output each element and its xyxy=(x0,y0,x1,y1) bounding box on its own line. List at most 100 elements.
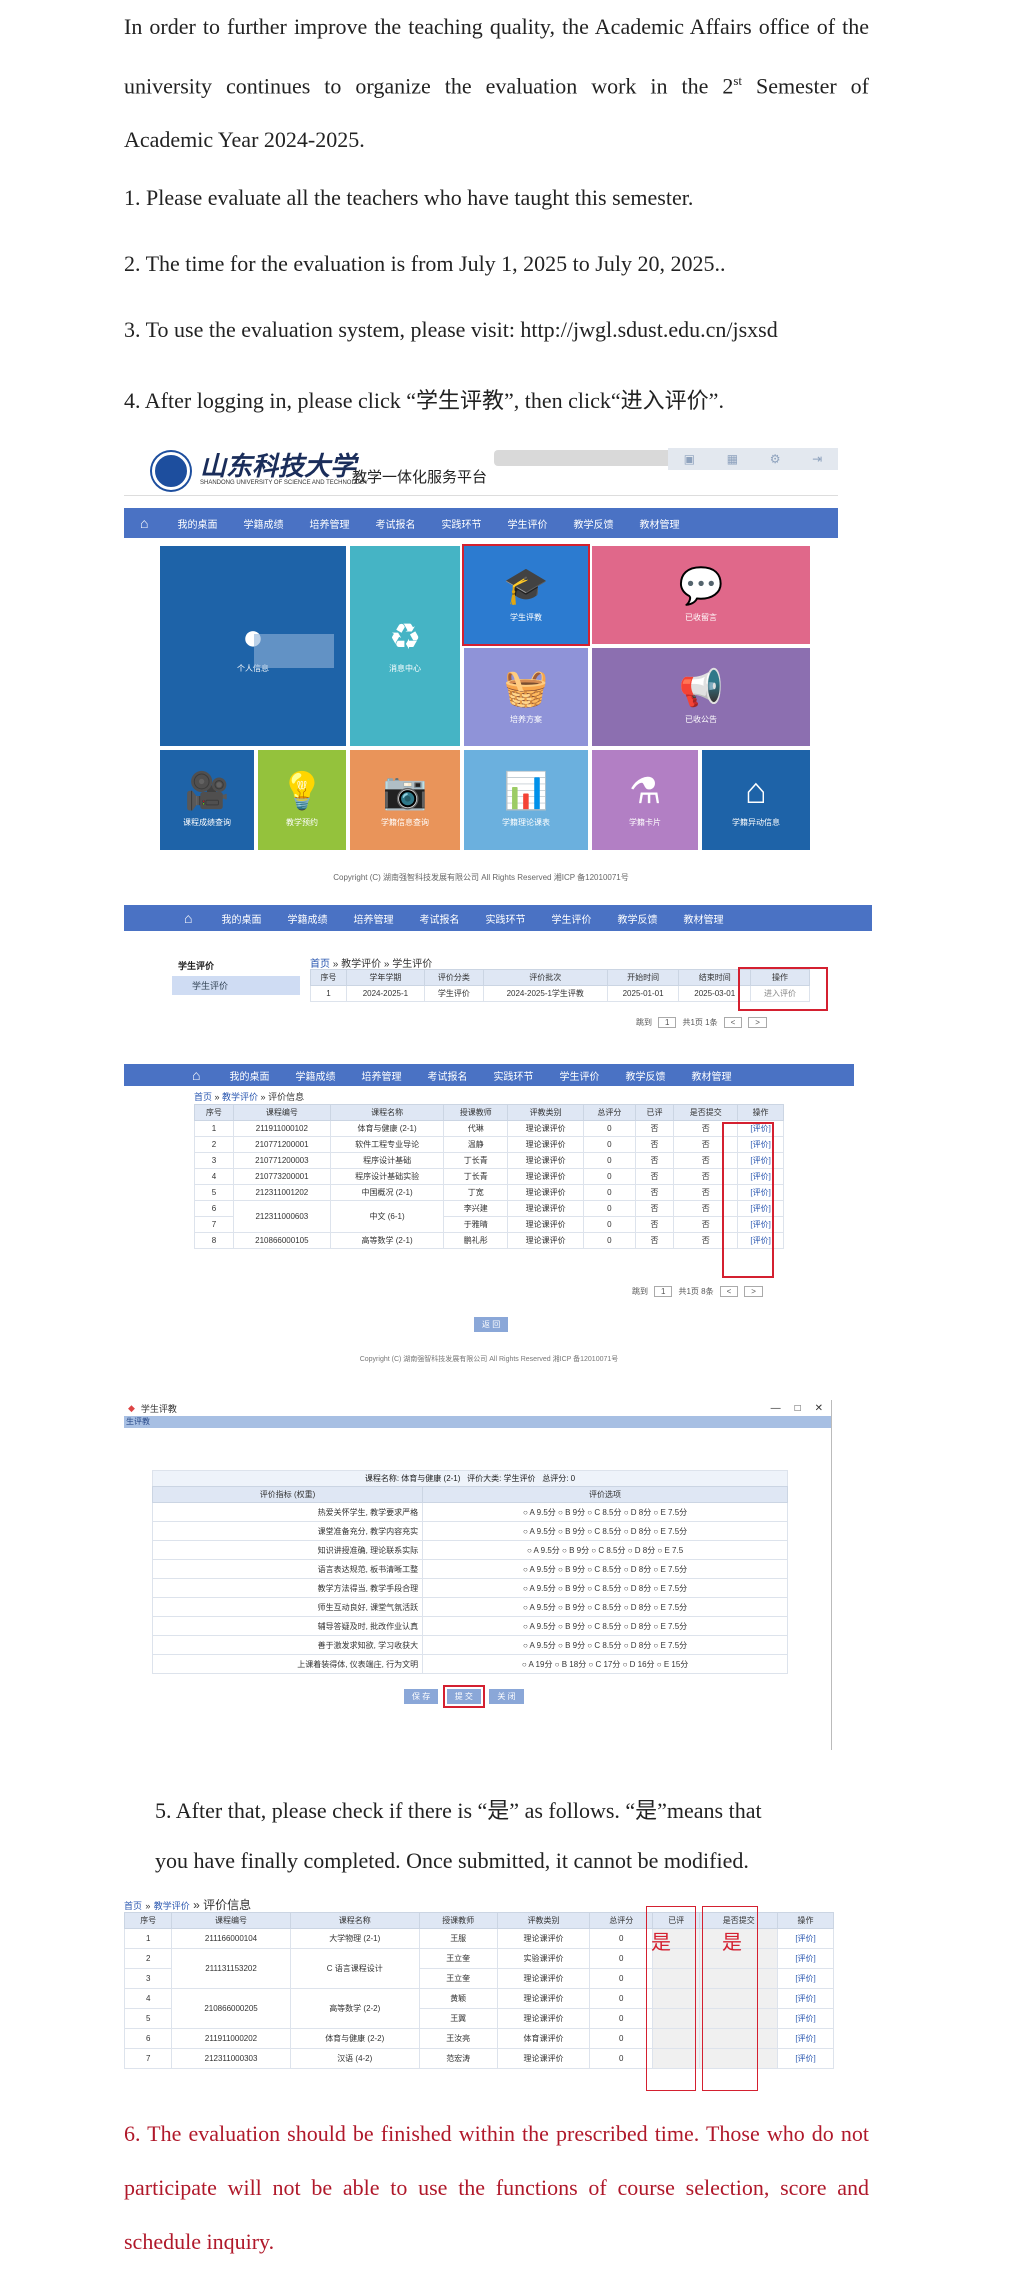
cell: 210866000105 xyxy=(232,1232,331,1249)
tile-reply[interactable]: 💬 已收留言 xyxy=(592,546,810,644)
score-options[interactable]: ○ A 9.5分 ○ B 9分 ○ C 8.5分 ○ D 8分 ○ E 7.5分 xyxy=(422,1521,788,1541)
eval-link[interactable]: [评价] xyxy=(777,1968,834,1989)
nav-evaluation[interactable]: 学生评价 xyxy=(538,911,604,926)
tile-message[interactable]: ♻ 消息中心 xyxy=(350,546,460,746)
pager: 跳到 1 共1页 8条 < > xyxy=(632,1286,763,1297)
score-options[interactable]: ○ A 9.5分 ○ B 9分 ○ C 8.5分 ○ D 8分 ○ E 7.5分 xyxy=(422,1616,788,1636)
prev-page-button[interactable]: < xyxy=(719,1286,739,1297)
eval-link[interactable]: [评价] xyxy=(777,1928,834,1949)
breadcrumb-eval[interactable]: 教学评价 xyxy=(222,1092,258,1102)
tile-plan[interactable]: 💡 教学预约 xyxy=(258,750,346,850)
score-options[interactable]: ○ A 9.5分 ○ B 9分 ○ C 8.5分 ○ D 8分 ○ E 7.5分 xyxy=(422,1502,788,1522)
nav-feedback[interactable]: 教学反馈 xyxy=(560,516,626,531)
eval-info-screenshot: ⌂ 我的桌面 学籍成绩 培养管理 考试报名 实践环节 学生评价 教学反馈 教材管… xyxy=(124,1064,854,1364)
nav-exam[interactable]: 考试报名 xyxy=(362,516,428,531)
speech-bubble-icon: 💬 xyxy=(678,564,724,606)
nav-training[interactable]: 培养管理 xyxy=(348,1068,414,1083)
nav-feedback[interactable]: 教学反馈 xyxy=(604,911,670,926)
home-icon[interactable]: ⌂ xyxy=(124,910,208,926)
tile-grade[interactable]: 📊 学籍理论课表 xyxy=(464,750,588,850)
back-button[interactable]: 返 回 xyxy=(474,1317,509,1332)
table-row: 6 212311000603 中文 (6-1) 李兴建 理论课评价 0 否否 [评价] xyxy=(194,1200,784,1233)
score-options[interactable]: ○ A 9.5分 ○ B 9分 ○ C 8.5分 ○ D 8分 ○ E 7.5分 xyxy=(422,1635,788,1655)
user-icon[interactable]: ▣ xyxy=(684,452,695,466)
nav-textbook[interactable]: 教材管理 xyxy=(678,1068,744,1083)
gear-icon[interactable]: ⚙ xyxy=(770,452,781,466)
cell: 体育与健康 (2-2) xyxy=(289,2028,420,2049)
nav-textbook[interactable]: 教材管理 xyxy=(670,911,736,926)
close-icon[interactable]: ✕ xyxy=(815,1403,823,1414)
nav-grades[interactable]: 学籍成绩 xyxy=(230,516,296,531)
lamp-icon: 💡 xyxy=(279,769,325,811)
eval-link[interactable]: [评价] xyxy=(777,2008,834,2029)
nav-exam[interactable]: 考试报名 xyxy=(414,1068,480,1083)
table-row: 4 210773200001 程序设计基础实验 丁长青 理论课评价 0 否否 [评价] xyxy=(194,1168,784,1185)
tile-notice[interactable]: 📢 已收公告 xyxy=(592,648,810,746)
nav-textbook[interactable]: 教材管理 xyxy=(626,516,692,531)
total-score: 总评分: 0 xyxy=(542,1474,576,1483)
tile-training[interactable]: 🧺 培养方案 xyxy=(464,648,588,746)
next-page-button[interactable]: > xyxy=(744,1286,763,1297)
submit-button[interactable]: 提 交 xyxy=(442,1685,485,1708)
nav-evaluation[interactable]: 学生评价 xyxy=(494,516,560,531)
tile-exam[interactable]: 📷 学籍信息查询 xyxy=(350,750,460,850)
maximize-icon[interactable]: □ xyxy=(795,1403,801,1414)
prev-page-button[interactable]: < xyxy=(723,1017,743,1028)
criterion-label: 语言表达规范, 板书清晰工整 xyxy=(151,1559,424,1579)
eval-link[interactable]: [评价] xyxy=(777,1988,834,2009)
save-button[interactable]: 保 存 xyxy=(404,1689,439,1704)
breadcrumb-home[interactable]: 首页 xyxy=(194,1092,212,1102)
logout-icon[interactable]: ⇥ xyxy=(812,452,822,466)
nav-exam[interactable]: 考试报名 xyxy=(406,911,472,926)
nav-desktop[interactable]: 我的桌面 xyxy=(164,516,230,531)
nav-training[interactable]: 培养管理 xyxy=(340,911,406,926)
home-icon[interactable]: ⌂ xyxy=(124,1067,216,1083)
eval-link[interactable]: [评价] xyxy=(777,2048,834,2069)
nav-practice[interactable]: 实践环节 xyxy=(472,911,538,926)
tile-lab[interactable]: ⚗ 学籍卡片 xyxy=(592,750,698,850)
top-icons[interactable]: ▣ ▦ ⚙ ⇥ xyxy=(668,448,838,470)
breadcrumb-home[interactable]: 首页 xyxy=(124,1901,142,1911)
eval-link[interactable]: [评价] xyxy=(777,2028,834,2049)
cell: 高等数学 (2-2) xyxy=(289,1988,420,2029)
score-options[interactable]: ○ A 9.5分 ○ B 9分 ○ C 8.5分 ○ D 8分 ○ E 7.5分 xyxy=(422,1559,788,1579)
tile-board[interactable]: ⌂ 学籍异动信息 xyxy=(702,750,810,850)
home-icon[interactable]: ⌂ xyxy=(124,515,164,531)
score-options[interactable]: ○ A 9.5分 ○ B 9分 ○ C 8.5分 ○ D 8分 ○ E 7.5分 xyxy=(422,1578,788,1598)
score-options[interactable]: ○ A 9.5分 ○ B 9分 ○ C 8.5分 ○ D 8分 ○ E 7.5 xyxy=(422,1540,788,1560)
grid-icon[interactable]: ▦ xyxy=(727,452,738,466)
criterion-label: 上课着装得体, 仪表端庄, 行为文明 xyxy=(151,1654,424,1674)
close-button[interactable]: 关 闭 xyxy=(489,1689,524,1704)
criterion-label: 课堂准备充分, 教学内容充实 xyxy=(151,1521,424,1541)
score-options[interactable]: ○ A 19分 ○ B 18分 ○ C 17分 ○ D 16分 ○ E 15分 xyxy=(422,1654,788,1674)
cell: 王翼 xyxy=(418,2008,498,2029)
item-4: 4. After logging in, please click “学生评教”… xyxy=(124,388,724,413)
highlight-box xyxy=(722,1122,774,1278)
tile-video[interactable]: 🎥 课程成绩查询 xyxy=(160,750,254,850)
cell: 0 xyxy=(583,1120,636,1137)
nav-grades[interactable]: 学籍成绩 xyxy=(274,911,340,926)
pager-input[interactable]: 1 xyxy=(658,1017,677,1028)
cell: 0 xyxy=(583,1200,636,1217)
cell: 理论课评价 xyxy=(496,1968,591,1989)
side-menu-item[interactable]: 学生评价 xyxy=(172,976,300,995)
nav-feedback[interactable]: 教学反馈 xyxy=(612,1068,678,1083)
nav-practice[interactable]: 实践环节 xyxy=(428,516,494,531)
minimize-icon[interactable]: — xyxy=(771,1403,781,1414)
score-options[interactable]: ○ A 9.5分 ○ B 9分 ○ C 8.5分 ○ D 8分 ○ E 7.5分 xyxy=(422,1597,788,1617)
nav-practice[interactable]: 实践环节 xyxy=(480,1068,546,1083)
blurred-name xyxy=(254,634,334,668)
pager-input[interactable]: 1 xyxy=(654,1286,673,1297)
next-page-button[interactable]: > xyxy=(748,1017,767,1028)
cell: 王立奎 xyxy=(418,1948,498,1969)
nav-desktop[interactable]: 我的桌面 xyxy=(216,1068,282,1083)
nav-training[interactable]: 培养管理 xyxy=(296,516,362,531)
nav-desktop[interactable]: 我的桌面 xyxy=(208,911,274,926)
cell: 1 xyxy=(194,1120,234,1137)
nav-grades[interactable]: 学籍成绩 xyxy=(282,1068,348,1083)
breadcrumb-eval[interactable]: 教学评价 xyxy=(154,1901,190,1911)
col-header: 评价批次 xyxy=(482,969,608,986)
eval-link[interactable]: [评价] xyxy=(777,1948,834,1969)
nav-evaluation[interactable]: 学生评价 xyxy=(546,1068,612,1083)
cell: 211166000104 xyxy=(171,1928,291,1949)
